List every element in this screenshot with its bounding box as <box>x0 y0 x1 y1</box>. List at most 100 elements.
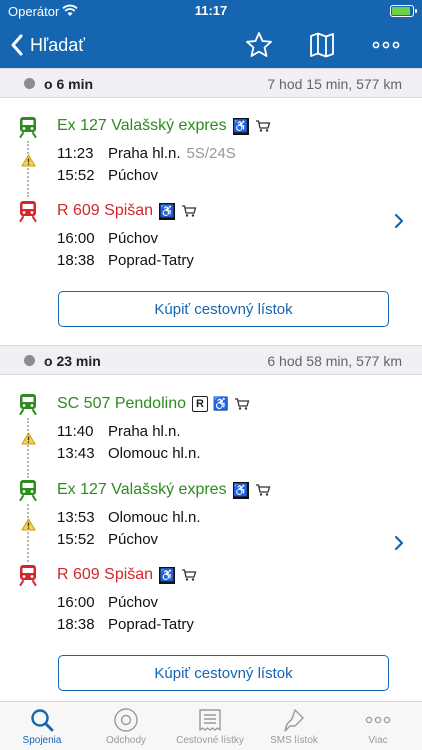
tab-odchody[interactable]: Odchody <box>84 702 168 750</box>
train-icon <box>18 200 38 222</box>
stop-time: 15:52 <box>57 167 95 184</box>
stop-station: Púchov <box>108 167 159 184</box>
train-name: SC 507 Pendolino R ♿ <box>57 395 250 413</box>
battery-icon <box>390 5 417 17</box>
stop-time: 13:43 <box>57 445 95 462</box>
chevron-left-icon <box>11 34 23 56</box>
status-dot <box>24 355 35 366</box>
back-label: Hľadať <box>30 34 86 55</box>
stop-row: 11:23 Praha hl.n. 5S/24S <box>57 145 236 162</box>
train-name: Ex 127 Valašský expres ♿ <box>57 117 271 135</box>
map-icon[interactable] <box>307 30 337 60</box>
status-dot <box>24 78 35 89</box>
warning-icon <box>21 154 36 167</box>
chevron-right-icon[interactable] <box>394 535 404 551</box>
stop-station: Poprad-Tatry <box>108 252 194 269</box>
stop-row: 15:52 Púchov <box>57 531 158 548</box>
stop-row: 18:38 Poprad-Tatry <box>57 616 194 633</box>
route-line <box>27 504 29 562</box>
more-icon <box>365 716 391 724</box>
chevron-right-icon[interactable] <box>394 213 404 229</box>
wheelchair-icon: ♿ <box>232 481 249 499</box>
status-bar: Operátor 11:17 <box>0 0 422 22</box>
cart-icon <box>181 568 197 582</box>
more-icon[interactable] <box>371 30 401 60</box>
connection-header: o 23 min 6 hod 58 min, 577 km <box>0 345 422 375</box>
stop-time: 18:38 <box>57 252 95 269</box>
ticket-icon <box>199 709 221 731</box>
stop-station: Praha hl.n. <box>108 423 181 440</box>
wheelchair-icon: ♿ <box>159 202 176 220</box>
top-bar: Operátor 11:17 Hľadať <box>0 0 422 68</box>
stop-station: Olomouc hl.n. <box>108 509 201 526</box>
stop-time: 16:00 <box>57 594 95 611</box>
stop-time: 11:40 <box>57 423 94 440</box>
train-icon <box>18 393 38 415</box>
status-time: 11:17 <box>194 3 228 18</box>
tab-label: Cestovné lístky <box>176 735 244 746</box>
tab-spojenia[interactable]: Spojenia <box>0 702 84 750</box>
train-icon <box>18 564 38 586</box>
stop-row: 18:38 Poprad-Tatry <box>57 252 194 269</box>
train-name-label: SC 507 Pendolino <box>57 395 186 412</box>
stop-row: 11:40 Praha hl.n. <box>57 423 181 440</box>
warning-icon <box>21 432 36 445</box>
stop-time: 18:38 <box>57 616 95 633</box>
cart-icon <box>255 119 271 133</box>
stop-station: Praha hl.n. <box>108 145 181 162</box>
departs-in: o 23 min <box>44 353 101 369</box>
train-icon <box>18 479 38 501</box>
train-name: R 609 Spišan ♿ <box>57 566 197 584</box>
back-button[interactable]: Hľadať <box>10 30 85 60</box>
train-name-label: R 609 Spišan <box>57 202 154 219</box>
tab-label: Viac <box>368 735 388 746</box>
train-name: Ex 127 Valašský expres ♿ <box>57 481 271 499</box>
buy-ticket-button[interactable]: Kúpiť cestovný lístok <box>58 655 389 691</box>
train-icon <box>18 116 38 138</box>
duration-distance: 6 hod 58 min, 577 km <box>267 353 402 369</box>
stop-row: 13:53 Olomouc hl.n. <box>57 509 201 526</box>
train-name: R 609 Spišan ♿ <box>57 202 197 220</box>
clock-icon <box>114 708 138 732</box>
stop-row: 16:00 Púchov <box>57 594 158 611</box>
wheelchair-icon: ♿ <box>232 117 249 135</box>
tab-cestovne-listky[interactable]: Cestovné lístky <box>168 702 252 750</box>
wheelchair-icon: ♿ <box>212 396 230 411</box>
duration-distance: 7 hod 15 min, 577 km <box>267 76 402 92</box>
stop-station: Olomouc hl.n. <box>108 445 201 462</box>
route-line <box>27 141 29 197</box>
cart-icon <box>181 204 197 218</box>
platform: 5S/24S <box>186 145 236 162</box>
reservation-icon: R <box>191 396 208 412</box>
train-name-label: Ex 127 Valašský expres <box>57 481 227 498</box>
stop-station: Púchov <box>108 531 159 548</box>
cart-icon <box>255 483 271 497</box>
stop-row: 15:52 Púchov <box>57 167 158 184</box>
stop-time: 15:52 <box>57 531 95 548</box>
tab-bar: Spojenia Odchody Cestovné lístky SMS lís… <box>0 701 422 750</box>
navigation-bar: Hľadať <box>0 22 422 68</box>
tab-label: Odchody <box>105 735 147 746</box>
train-name-label: Ex 127 Valašský expres <box>57 117 227 134</box>
stop-time: 16:00 <box>57 230 95 247</box>
star-icon[interactable] <box>244 30 274 60</box>
route-line <box>27 418 29 478</box>
sms-icon <box>284 709 304 732</box>
tab-viac[interactable]: Viac <box>336 702 420 750</box>
stop-time: 11:23 <box>57 145 94 162</box>
wheelchair-icon: ♿ <box>159 566 176 584</box>
train-name-label: R 609 Spišan <box>57 566 154 583</box>
connection-header: o 6 min 7 hod 15 min, 577 km <box>0 68 422 98</box>
stop-station: Poprad-Tatry <box>108 616 194 633</box>
tab-sms-listok[interactable]: SMS lístok <box>252 702 336 750</box>
stop-station: Púchov <box>108 230 159 247</box>
search-icon <box>31 709 54 732</box>
stop-row: 16:00 Púchov <box>57 230 158 247</box>
stop-station: Púchov <box>108 594 159 611</box>
stop-row: 13:43 Olomouc hl.n. <box>57 445 201 462</box>
departs-in: o 6 min <box>44 76 94 92</box>
tab-label: SMS lístok <box>270 735 318 746</box>
buy-ticket-button[interactable]: Kúpiť cestovný lístok <box>58 291 389 327</box>
tab-label: Spojenia <box>22 735 62 746</box>
stop-time: 13:53 <box>57 509 95 526</box>
